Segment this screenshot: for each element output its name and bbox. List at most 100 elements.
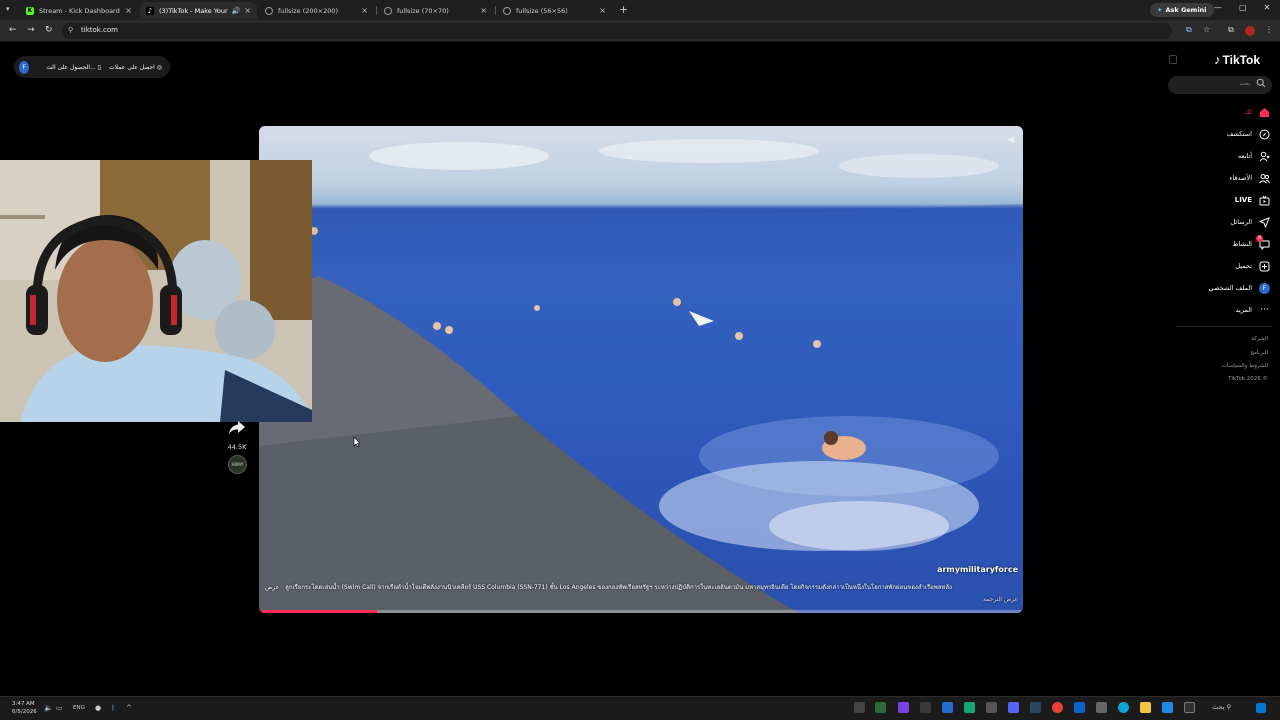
minimize-icon[interactable]: — [1214, 3, 1222, 12]
sidebar-item-live[interactable]: LIVE [1170, 191, 1270, 209]
sidebar-item-more[interactable]: المزيد ··· [1170, 301, 1270, 319]
tab-kick-dashboard[interactable]: K Stream - Kick Dashboard × [20, 2, 138, 19]
app-icon[interactable] [1074, 702, 1085, 713]
discord-icon[interactable] [1008, 702, 1019, 713]
footer-company-link[interactable]: الشركة [1251, 336, 1268, 342]
tray-chevron-icon[interactable]: ^ [126, 704, 132, 712]
taskbar-search[interactable]: بحث ⚲ [1212, 703, 1231, 711]
home-icon [1259, 107, 1270, 118]
sidebar-item-for-you[interactable]: لك [1170, 103, 1270, 121]
ask-gemini-label: Ask Gemini [1165, 6, 1207, 14]
app-icon[interactable] [964, 702, 975, 713]
forward-icon[interactable]: → [27, 25, 35, 35]
extensions-icon[interactable]: ⧉ [1228, 25, 1234, 35]
store-icon[interactable] [1096, 702, 1107, 713]
bookmark-star-icon[interactable]: ☆ [1203, 25, 1210, 34]
language-indicator[interactable]: ENG [73, 705, 85, 711]
search-icon[interactable] [1256, 78, 1266, 88]
ask-gemini-button[interactable]: ✦ Ask Gemini [1150, 3, 1214, 17]
close-window-icon[interactable]: ✕ [1264, 3, 1271, 12]
sidebar-item-messages[interactable]: الرسائل [1170, 213, 1270, 231]
taskbar: 3:47 AM 6/5/2026 🔈 ▭ ENG ● ᛒ ^ بحث ⚲ [0, 696, 1280, 720]
site-info-icon[interactable]: ⚲ [68, 26, 73, 34]
app-icon[interactable] [854, 702, 865, 713]
sidebar-item-label: الأصدقاء [1229, 174, 1252, 182]
collapse-sidebar-icon[interactable] [1169, 55, 1177, 64]
sidebar-item-activity[interactable]: النشاط 9 [1170, 234, 1270, 253]
edge-icon[interactable] [1118, 702, 1129, 713]
globe-favicon-icon [503, 6, 511, 15]
tab-search-icon[interactable]: ▾ [6, 5, 10, 13]
address-bar[interactable]: ⚲ tiktok.com [62, 23, 1172, 39]
start-windows-icon[interactable] [1256, 703, 1266, 713]
close-tab-icon[interactable]: × [361, 6, 368, 15]
see-translation-link[interactable]: عرض الترجمة [983, 596, 1018, 603]
share-icon[interactable] [228, 420, 246, 436]
sidebar-item-label: استكشف [1226, 130, 1252, 138]
footer-copyright: TikTok 2026 © [1228, 376, 1268, 382]
close-tab-icon[interactable]: × [244, 6, 251, 15]
app-icon[interactable] [1162, 702, 1173, 713]
profile-icon: F [1259, 282, 1270, 294]
footer-program-link[interactable]: البرنامج [1250, 350, 1268, 356]
app-icon[interactable] [920, 702, 931, 713]
share-count: 44.5K [227, 443, 247, 451]
tiktok-favicon-icon: ♪ [146, 6, 154, 15]
new-tab-icon[interactable]: + [619, 3, 628, 16]
video-progress-bar[interactable] [259, 610, 1023, 613]
video-progress-fill [259, 610, 378, 613]
menu-kebab-icon[interactable]: ⋮ [1265, 25, 1273, 34]
sidebar-item-label: المزيد [1235, 306, 1252, 314]
bluetooth-icon[interactable]: ᛒ [111, 704, 115, 712]
search-input[interactable]: بحث [1168, 76, 1272, 94]
video-caption: عرض ลูกเรือกระโดดเล่นน้ำ (Swim Call) จากเ… [265, 582, 1019, 592]
chrome-icon[interactable] [1052, 702, 1063, 713]
maximize-icon[interactable]: ▢ [1239, 3, 1247, 12]
sidebar-item-label: تحميل [1235, 262, 1252, 270]
tab-label: fullsize (200×200) [278, 6, 339, 15]
sidebar-item-profile[interactable]: الملف الشخصي F [1170, 279, 1270, 297]
more-options-icon[interactable]: ··· [268, 134, 280, 144]
audio-playing-icon[interactable]: 🔊 [232, 7, 241, 15]
video-player[interactable]: ··· ◀ armymilitaryforce عرض ลูกเรือกระโดด… [259, 126, 1023, 613]
settings-gear-icon[interactable] [986, 702, 997, 713]
author-avatar[interactable]: ARMY [228, 455, 247, 474]
back-icon[interactable]: ← [9, 25, 17, 35]
get-coins-link[interactable]: احصل على عملات ◎ [109, 64, 162, 71]
caption-text: ลูกเรือกระโดดเล่นน้ำ (Swim Call) จากเรือ… [285, 584, 952, 591]
close-tab-icon[interactable]: × [125, 6, 132, 15]
video-author[interactable]: armymilitaryforce [937, 565, 1018, 574]
mouse-cursor-icon [353, 436, 361, 448]
close-tab-icon[interactable]: × [599, 6, 606, 15]
system-clock[interactable]: 3:47 AM 6/5/2026 [12, 700, 37, 716]
volume-icon[interactable]: ◀ [1007, 135, 1014, 145]
sidebar-item-following[interactable]: أتابعه [1170, 147, 1270, 165]
tab-fullsize-70[interactable]: fullsize (70×70) × [378, 2, 493, 19]
translate-icon[interactable]: ⧉ [1186, 25, 1192, 35]
app-icon[interactable] [898, 702, 909, 713]
tab-fullsize-56[interactable]: fullsize (56×56) × [497, 2, 612, 19]
get-app-link[interactable]: الحصول على الت... ▯ [46, 64, 101, 71]
avatar[interactable]: F [19, 60, 30, 74]
sidebar-item-friends[interactable]: الأصدقاء [1170, 169, 1270, 187]
file-explorer-icon[interactable] [1140, 702, 1151, 713]
tiktok-logo[interactable]: ♪ TikTok [1214, 52, 1260, 67]
speaker-icon[interactable]: 🔈 [44, 704, 53, 712]
close-tab-icon[interactable]: × [480, 6, 487, 15]
network-icon[interactable]: ▭ [56, 704, 63, 712]
reload-icon[interactable]: ↻ [45, 25, 53, 35]
app-icon[interactable] [942, 702, 953, 713]
steam-icon[interactable] [1030, 702, 1041, 713]
tab-label: (3)TikTok - Make Your Day [159, 6, 229, 15]
sidebar-item-explore[interactable]: استكشف [1170, 125, 1270, 143]
task-view-icon[interactable] [1184, 702, 1195, 713]
tab-tiktok[interactable]: ♪ (3)TikTok - Make Your Day 🔊 × [140, 2, 257, 19]
app-icon[interactable] [875, 702, 886, 713]
profile-avatar-icon[interactable] [1245, 26, 1255, 36]
tab-separator [376, 6, 377, 15]
footer-terms-link[interactable]: الشروط والسياسات [1222, 363, 1268, 369]
sidebar-item-upload[interactable]: تحميل [1170, 257, 1270, 275]
tab-fullsize-200[interactable]: fullsize (200×200) × [259, 2, 374, 19]
tiktok-note-icon: ♪ [1214, 52, 1221, 67]
microphone-icon[interactable]: ● [95, 704, 101, 712]
